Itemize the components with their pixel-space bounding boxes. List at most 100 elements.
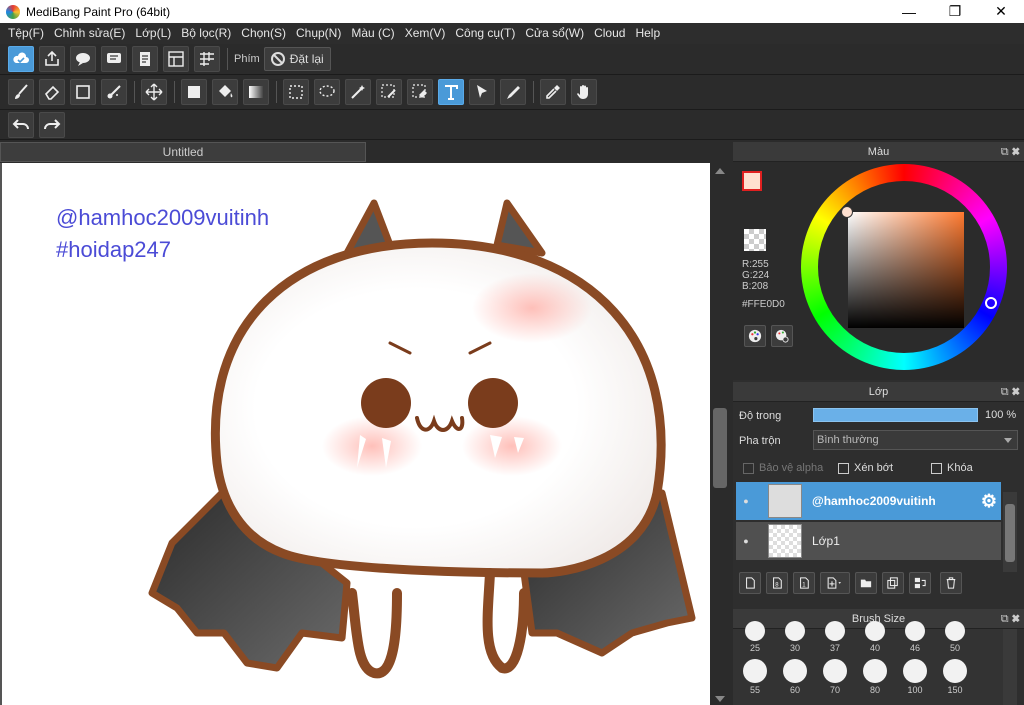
menu-filter[interactable]: Bộ lọc(R) bbox=[176, 23, 236, 44]
delete-layer-button[interactable] bbox=[940, 572, 962, 594]
select-eraser-tool-button[interactable] bbox=[407, 79, 433, 105]
menu-file[interactable]: Tệp(F) bbox=[3, 23, 49, 44]
comment-button[interactable] bbox=[70, 46, 96, 72]
dot-tool-button[interactable] bbox=[70, 79, 96, 105]
menu-color[interactable]: Màu (C) bbox=[346, 23, 399, 44]
scrollbar-thumb[interactable] bbox=[713, 408, 727, 488]
chat-button[interactable] bbox=[101, 46, 127, 72]
brush-size-option[interactable]: 40 bbox=[855, 621, 895, 653]
brush-size-option[interactable]: 55 bbox=[735, 659, 775, 695]
reset-label: Đặt lại bbox=[289, 52, 324, 66]
maximize-button[interactable]: ❐ bbox=[932, 0, 978, 23]
canvas-scrollbar[interactable] bbox=[710, 163, 730, 705]
menu-capture[interactable]: Chụp(N) bbox=[291, 23, 346, 44]
menu-select[interactable]: Chọn(S) bbox=[236, 23, 291, 44]
undo-button[interactable] bbox=[8, 111, 34, 138]
new-8bit-layer-button[interactable]: 8 bbox=[766, 572, 788, 594]
eyedropper-tool-button[interactable] bbox=[540, 79, 566, 105]
divide-tool-button[interactable] bbox=[500, 79, 526, 105]
saturation-value-square[interactable] bbox=[848, 212, 964, 328]
layer-thumbnail bbox=[768, 524, 802, 558]
eraser-tool-button[interactable] bbox=[39, 79, 65, 105]
paint-bucket-icon bbox=[219, 85, 233, 98]
brush-scrollbar[interactable] bbox=[1003, 629, 1017, 705]
menu-tools[interactable]: Công cụ(T) bbox=[450, 23, 520, 44]
visibility-dot-icon[interactable]: ● bbox=[736, 496, 756, 506]
brush-size-option[interactable]: 80 bbox=[855, 659, 895, 695]
shortcut-label: Phím bbox=[234, 53, 260, 65]
share-button[interactable] bbox=[39, 46, 65, 72]
gear-icon[interactable]: ⚙ bbox=[981, 491, 997, 512]
foreground-color-swatch[interactable] bbox=[742, 171, 762, 191]
brush-size-option[interactable]: 37 bbox=[815, 621, 855, 653]
brush-size-option[interactable]: 30 bbox=[775, 621, 815, 653]
hue-picker-marker[interactable] bbox=[985, 297, 997, 309]
brush-size-option[interactable]: 60 bbox=[775, 659, 815, 695]
new-layer-button[interactable] bbox=[739, 572, 761, 594]
select-tool-button[interactable] bbox=[283, 79, 309, 105]
menu-edit[interactable]: Chỉnh sửa(E) bbox=[49, 23, 130, 44]
hue-wheel[interactable] bbox=[801, 164, 1007, 370]
page-button[interactable] bbox=[132, 46, 158, 72]
panel-controls-icon[interactable]: ⧉ ✖ bbox=[1001, 609, 1020, 629]
add-layer-menu-button[interactable] bbox=[820, 572, 850, 594]
brush-tool-button[interactable] bbox=[8, 79, 34, 105]
sv-picker-marker[interactable] bbox=[841, 206, 853, 218]
lock-checkbox[interactable]: Khóa bbox=[931, 462, 973, 474]
layer-scrollbar[interactable] bbox=[1003, 492, 1017, 572]
new-folder-button[interactable] bbox=[855, 572, 877, 594]
operation-tool-button[interactable] bbox=[469, 79, 495, 105]
reset-button[interactable]: Đặt lại bbox=[263, 47, 331, 71]
chevron-down-icon bbox=[1004, 438, 1012, 443]
palette-button[interactable] bbox=[744, 325, 766, 347]
transparent-color-swatch[interactable] bbox=[744, 229, 766, 251]
brush-size-option[interactable]: 150 bbox=[935, 659, 975, 695]
menu-cloud[interactable]: Cloud bbox=[589, 23, 630, 44]
layer-name: @hamhoc2009vuitinh bbox=[812, 494, 936, 508]
bucket-tool-button[interactable] bbox=[212, 79, 238, 105]
move-tool-button[interactable] bbox=[141, 79, 167, 105]
visibility-dot-icon[interactable]: ● bbox=[736, 536, 756, 546]
cloud-sync-button[interactable] bbox=[8, 46, 34, 72]
brush-size-option[interactable]: 100 bbox=[895, 659, 935, 695]
menu-help[interactable]: Help bbox=[630, 23, 665, 44]
menu-window[interactable]: Cửa sổ(W) bbox=[520, 23, 589, 44]
lasso-tool-button[interactable] bbox=[314, 79, 340, 105]
duplicate-layer-button[interactable] bbox=[882, 572, 904, 594]
fill-rect-tool-button[interactable] bbox=[181, 79, 207, 105]
hex-value[interactable]: #FFE0D0 bbox=[742, 299, 785, 310]
menu-view[interactable]: Xem(V) bbox=[400, 23, 451, 44]
opacity-slider[interactable] bbox=[813, 408, 978, 422]
document-tab[interactable]: Untitled bbox=[0, 142, 366, 162]
hand-tool-button[interactable] bbox=[571, 79, 597, 105]
color-settings-button[interactable] bbox=[771, 325, 793, 347]
blend-mode-select[interactable]: Bình thường bbox=[813, 430, 1018, 450]
magic-wand-tool-button[interactable] bbox=[345, 79, 371, 105]
layer-row[interactable]: ● Lớp1 bbox=[736, 522, 1001, 560]
menu-layer[interactable]: Lớp(L) bbox=[130, 23, 176, 44]
close-button[interactable]: ✕ bbox=[978, 0, 1024, 23]
scroll-up-arrow-icon[interactable] bbox=[715, 168, 725, 174]
clipping-checkbox[interactable]: Xén bớt bbox=[838, 462, 893, 474]
merge-layer-button[interactable] bbox=[909, 572, 931, 594]
layout-button[interactable] bbox=[163, 46, 189, 72]
panel-controls-icon[interactable]: ⧉ ✖ bbox=[1001, 142, 1020, 162]
brush-size-option[interactable]: 70 bbox=[815, 659, 855, 695]
select-pen-tool-button[interactable] bbox=[376, 79, 402, 105]
protect-alpha-checkbox[interactable]: Bảo vệ alpha bbox=[743, 462, 823, 474]
grid-button[interactable] bbox=[194, 46, 220, 72]
new-1bit-layer-button[interactable]: 1 bbox=[793, 572, 815, 594]
scrollbar-thumb[interactable] bbox=[1005, 504, 1015, 562]
blur-tool-button[interactable] bbox=[101, 79, 127, 105]
gradient-tool-button[interactable] bbox=[243, 79, 269, 105]
redo-button[interactable] bbox=[39, 111, 65, 138]
drawing-canvas[interactable]: @hamhoc2009vuitinh #hoidap247 bbox=[0, 163, 710, 705]
brush-size-option[interactable]: 50 bbox=[935, 621, 975, 653]
brush-size-option[interactable]: 46 bbox=[895, 621, 935, 653]
layer-row[interactable]: ● @hamhoc2009vuitinh ⚙ bbox=[736, 482, 1001, 520]
panel-controls-icon[interactable]: ⧉ ✖ bbox=[1001, 382, 1020, 402]
brush-size-option[interactable]: 25 bbox=[735, 621, 775, 653]
text-tool-button[interactable] bbox=[438, 79, 464, 105]
scroll-down-arrow-icon[interactable] bbox=[715, 696, 725, 702]
minimize-button[interactable]: — bbox=[886, 0, 932, 23]
